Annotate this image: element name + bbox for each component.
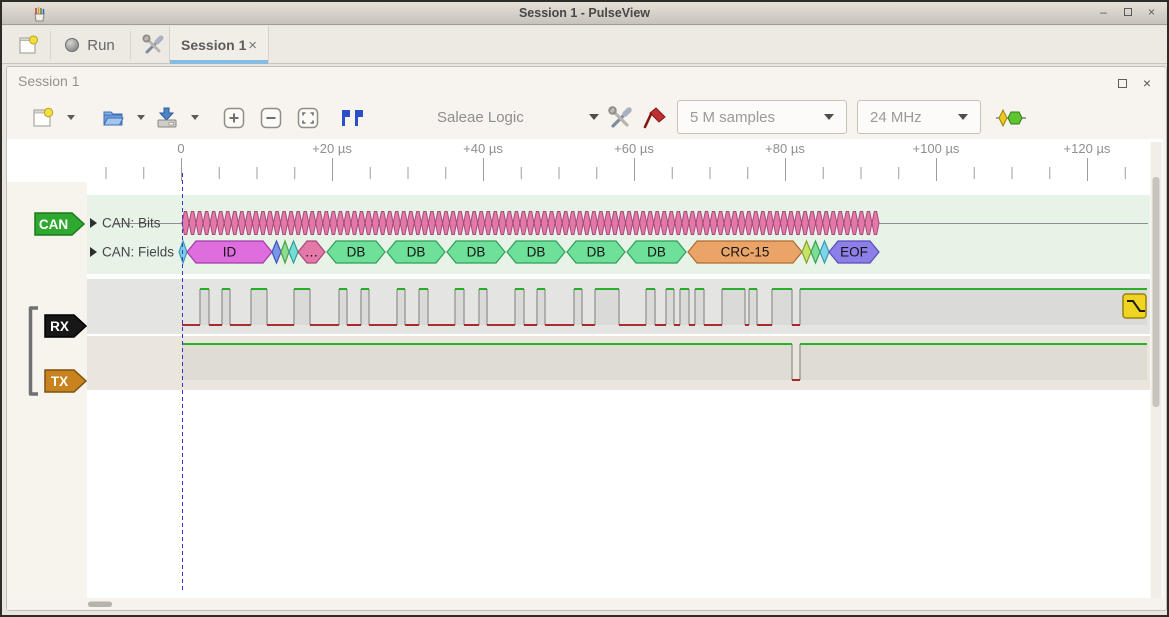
- can-fields-annotations: ID … DB DB DB DB DB DB CRC-15 EOF: [179, 241, 879, 263]
- trace-view: 0 +20 µs +40 µs +60 µs +80 µs +100 µs +120 µs I…: [7, 139, 1163, 610]
- settings-icon: [141, 33, 165, 57]
- chevron-down-icon: [67, 115, 75, 120]
- run-state-icon: [65, 38, 79, 52]
- can-field-label: DB: [587, 245, 606, 260]
- close-button[interactable]: ×: [1144, 5, 1159, 21]
- ruler-label: +60 µs: [614, 141, 654, 156]
- save-file-button[interactable]: [148, 101, 186, 134]
- new-capture-menu-button[interactable]: [62, 101, 80, 134]
- zoom-in-button[interactable]: [220, 101, 248, 134]
- add-decoder-button[interactable]: [990, 101, 1032, 134]
- new-capture-button[interactable]: [24, 101, 62, 134]
- dock-title: Session 1: [18, 73, 79, 89]
- toolbar-separator: [130, 31, 131, 59]
- can-field-label: DB: [347, 245, 366, 260]
- tx-trace-tag-label: TX: [51, 374, 68, 389]
- ruler-label: +80 µs: [765, 141, 805, 156]
- vertical-scrollbar-thumb[interactable]: [1153, 177, 1160, 407]
- open-file-button[interactable]: [94, 101, 132, 134]
- chevron-down-icon: [191, 115, 199, 120]
- rx-trace-tag-label: RX: [50, 319, 69, 334]
- pulseview-window: Session 1 - PulseView – × Run: [0, 0, 1169, 617]
- tab-session-1[interactable]: Session 1 ×: [169, 26, 269, 64]
- open-folder-icon: [101, 106, 125, 130]
- configure-device-icon: [607, 105, 633, 131]
- main-toolbar: Run Session 1 ×: [2, 26, 1167, 64]
- trigger-marker[interactable]: [1123, 294, 1146, 318]
- active-tab-indicator: [170, 60, 268, 64]
- minimize-button[interactable]: –: [1096, 5, 1111, 21]
- dock-close-button[interactable]: ×: [1138, 74, 1156, 92]
- settings-button[interactable]: [135, 28, 171, 62]
- zoom-in-icon: [222, 106, 246, 130]
- new-session-button[interactable]: [10, 28, 46, 62]
- can-field-label: ID: [223, 245, 237, 260]
- window-controls: – ×: [1096, 2, 1159, 24]
- titlebar[interactable]: Session 1 - PulseView – ×: [2, 2, 1167, 25]
- maximize-button[interactable]: [1120, 5, 1135, 21]
- zoom-out-icon: [259, 106, 283, 130]
- run-button[interactable]: Run: [55, 28, 125, 62]
- new-session-icon: [17, 34, 39, 56]
- tx-waveform: [182, 344, 1147, 380]
- zoom-fit-icon: [296, 106, 320, 130]
- cursors-icon: [338, 108, 366, 128]
- chevron-down-icon: [589, 114, 599, 120]
- can-field-label: DB: [647, 245, 666, 260]
- can-field-label: …: [305, 245, 319, 260]
- can-trace-tag[interactable]: CAN: [35, 213, 84, 235]
- chevron-down-icon: [958, 114, 968, 120]
- can-bits-row-label: CAN: Bits: [102, 216, 161, 231]
- save-icon: [155, 106, 179, 130]
- channels-button[interactable]: [638, 101, 672, 134]
- sample-rate-combo[interactable]: 24 MHz: [857, 100, 981, 134]
- can-field-label: DB: [467, 245, 486, 260]
- save-file-menu-button[interactable]: [186, 101, 204, 134]
- maximize-icon: [1124, 8, 1132, 16]
- tab-label: Session 1: [181, 37, 246, 53]
- ruler-label: +100 µs: [913, 141, 960, 156]
- ruler-label: +40 µs: [463, 141, 503, 156]
- can-field-label: CRC-15: [721, 245, 770, 260]
- chevron-down-icon: [137, 115, 145, 120]
- can-trace-tag-label: CAN: [39, 217, 68, 232]
- horizontal-scrollbar-thumb[interactable]: [88, 602, 112, 608]
- run-label: Run: [87, 37, 115, 54]
- sample-count-combo[interactable]: 5 M samples: [677, 100, 847, 134]
- zoom-fit-button[interactable]: [294, 101, 322, 134]
- show-cursors-button[interactable]: [334, 101, 370, 134]
- tab-close-button[interactable]: ×: [248, 37, 257, 54]
- sample-count-value: 5 M samples: [690, 109, 775, 126]
- dock-float-button[interactable]: [1113, 74, 1131, 92]
- can-fields-row[interactable]: CAN: Fields: [90, 245, 174, 260]
- device-label: Saleae Logic: [427, 109, 524, 126]
- can-fields-row-label: CAN: Fields: [102, 245, 174, 260]
- probe-icon: [642, 105, 668, 131]
- configure-device-button[interactable]: [603, 101, 637, 134]
- new-capture-icon: [31, 106, 55, 130]
- sample-rate-value: 24 MHz: [870, 109, 922, 126]
- bottom-strip: [7, 598, 1163, 610]
- device-selector[interactable]: Saleae Logic: [427, 100, 599, 134]
- add-decoder-icon: [995, 107, 1027, 129]
- chevron-down-icon: [824, 114, 834, 120]
- toolbar-separator: [50, 31, 51, 59]
- ruler-label: +20 µs: [312, 141, 352, 156]
- can-field-label: EOF: [840, 245, 868, 260]
- ruler-label: +120 µs: [1064, 141, 1111, 156]
- zoom-out-button[interactable]: [257, 101, 285, 134]
- can-field-label: DB: [407, 245, 426, 260]
- can-field-label: DB: [527, 245, 546, 260]
- window-title: Session 1 - PulseView: [2, 6, 1167, 20]
- ruler-label: 0: [177, 141, 184, 156]
- float-icon: [1118, 79, 1127, 88]
